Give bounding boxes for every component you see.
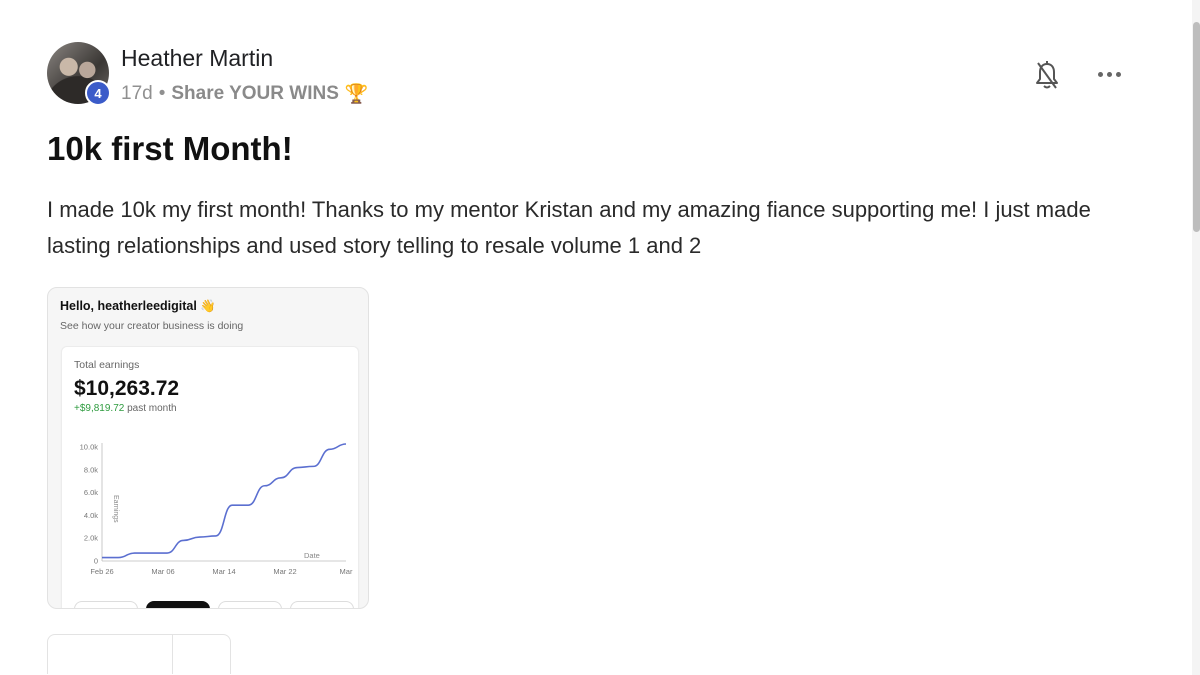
dashboard-tab <box>218 601 282 608</box>
dot <box>1097 71 1103 77</box>
x-tick-label: Mar 06 <box>151 567 174 576</box>
like-button[interactable] <box>48 635 173 674</box>
dot <box>1106 71 1112 77</box>
more-options-icon[interactable] <box>1094 62 1124 86</box>
y-tick-label: 8.0k <box>84 465 98 474</box>
y-tick-label: 0 <box>94 557 98 566</box>
trophy-icon: 🏆 <box>344 84 369 105</box>
bell-off-icon[interactable] <box>1033 60 1061 92</box>
earnings-line-chart: Earnings Date 0 2.0k 4.0k 6.0k 8.0k 10.0k Feb … <box>80 443 353 577</box>
dashboard-subtitle: See how your creator business is doing <box>60 320 244 332</box>
dashboard-tabs <box>74 601 354 608</box>
comment-button[interactable] <box>173 635 230 674</box>
image-attachment[interactable]: Hello, heatherleedigital 👋 See how your … <box>47 287 369 609</box>
dashboard-greeting: Hello, heatherleedigital 👋 <box>60 299 216 313</box>
x-tick-label: Mar 14 <box>212 567 235 576</box>
post-time: 17d <box>121 83 153 104</box>
meta-separator: • <box>158 83 166 104</box>
level-badge: 4 <box>85 80 111 106</box>
earnings-series-line <box>102 443 347 559</box>
dot <box>1115 71 1121 77</box>
y-tick-label: 6.0k <box>84 488 98 497</box>
author-name[interactable]: Heather Martin <box>121 45 273 72</box>
scrollbar-thumb[interactable] <box>1193 22 1200 232</box>
post-meta: 17d • Share YOUR WINS 🏆 <box>121 82 369 106</box>
author-avatar-wrapper[interactable]: 4 <box>47 42 111 106</box>
post-category-link[interactable]: Share YOUR WINS <box>171 83 339 105</box>
dashboard-tab-active <box>146 601 210 608</box>
x-tick-label: Feb 26 <box>90 567 113 576</box>
y-tick-label: 2.0k <box>84 534 98 543</box>
dashboard-tab <box>290 601 354 608</box>
dashboard-tab <box>74 601 138 608</box>
y-tick-label: 10.0k <box>80 443 99 452</box>
x-tick-label: Mar <box>340 567 353 576</box>
y-tick-label: 4.0k <box>84 511 98 520</box>
x-axis-label: Date <box>304 551 320 560</box>
post-title: 10k first Month! <box>47 130 293 167</box>
x-tick-label: Mar 22 <box>273 567 296 576</box>
earnings-card: Total earnings $10,263.72 +$9,819.72 pas… <box>61 346 359 608</box>
reaction-bar <box>47 634 231 674</box>
post-body: I made 10k my first month! Thanks to my … <box>47 197 1091 258</box>
y-axis-label: Earnings <box>112 495 119 523</box>
